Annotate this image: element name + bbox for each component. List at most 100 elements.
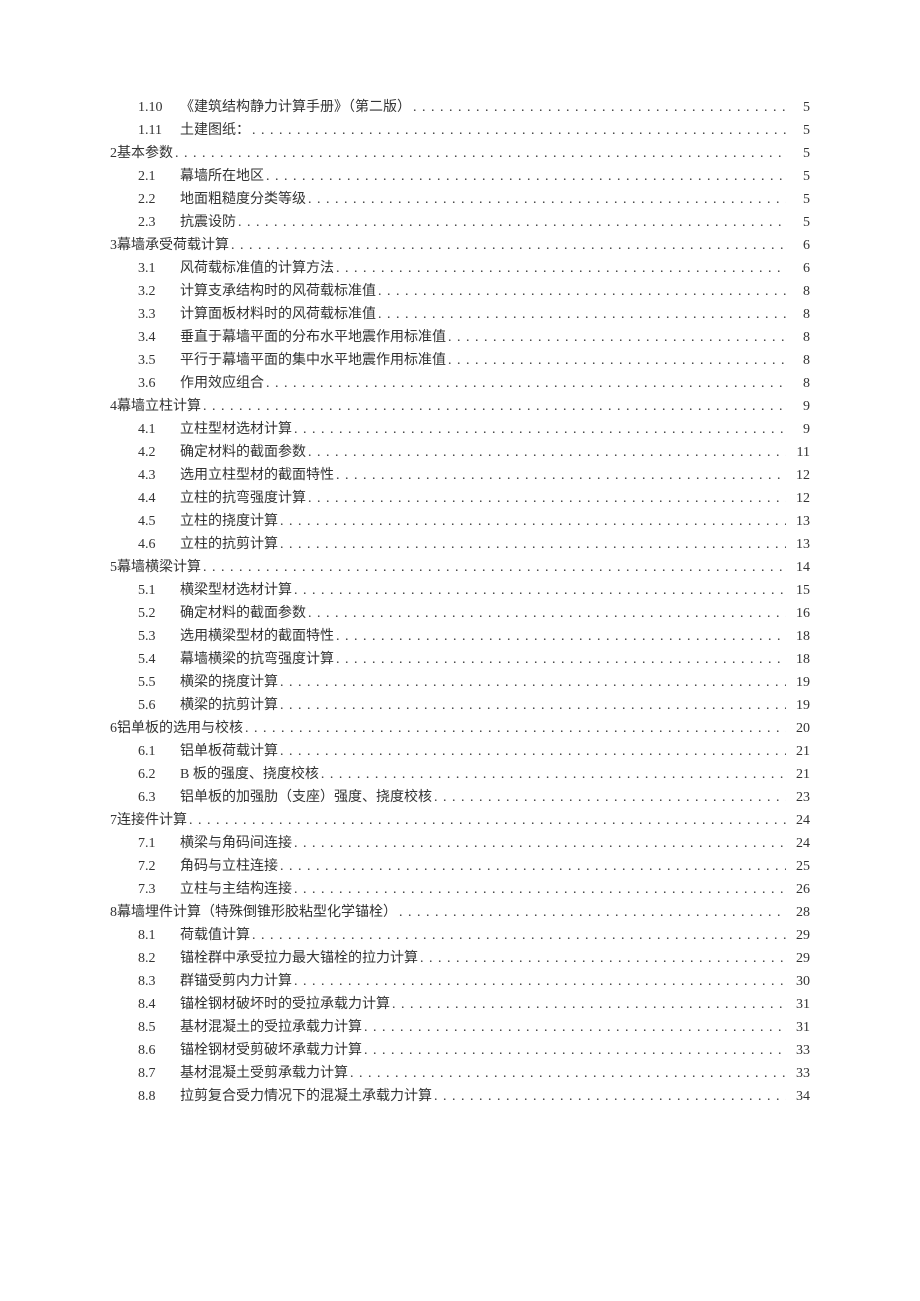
toc-entry: 4 幕墙立柱计算9: [110, 395, 810, 418]
toc-entry: 3.3计算面板材料时的风荷载标准值8: [110, 303, 810, 326]
toc-entry-title: 幕墙立柱计算: [117, 395, 203, 418]
toc-entry-number: 8.7: [138, 1062, 180, 1085]
toc-entry: 3.1风荷载标准值的计算方法6: [110, 257, 810, 280]
toc-entry-number: 6.2: [138, 763, 180, 786]
toc-entry-page: 31: [786, 993, 810, 1016]
toc-entry-page: 34: [786, 1085, 810, 1108]
toc-entry-number: 3.1: [138, 257, 180, 280]
toc-entry-number: 4.2: [138, 441, 180, 464]
toc-entry: 3.6作用效应组合8: [110, 372, 810, 395]
toc-entry-number: 5.4: [138, 648, 180, 671]
toc-entry-title: 选用立柱型材的截面特性: [180, 464, 336, 487]
toc-entry: 5.3选用横梁型材的截面特性18: [110, 625, 810, 648]
toc-entry-page: 13: [786, 510, 810, 533]
toc-entry: 3.2计算支承结构时的风荷载标准值8: [110, 280, 810, 303]
toc-leader-dots: [231, 234, 786, 257]
toc-entry-page: 8: [786, 280, 810, 303]
toc-entry-title: 基材混凝土受剪承载力计算: [180, 1062, 350, 1085]
toc-entry: 6.3铝单板的加强肋（支座）强度、挠度校核23: [110, 786, 810, 809]
toc-leader-dots: [420, 947, 786, 970]
toc-entry-title: 幕墙所在地区: [180, 165, 266, 188]
toc-entry: 5.2确定材料的截面参数16: [110, 602, 810, 625]
toc-entry-page: 6: [786, 234, 810, 257]
toc-entry-number: 6.1: [138, 740, 180, 763]
toc-leader-dots: [308, 602, 786, 625]
toc-entry-number: 8.4: [138, 993, 180, 1016]
toc-entry-title: 铝单板的选用与校核: [117, 717, 245, 740]
toc-entry-page: 18: [786, 625, 810, 648]
toc-entry: 8.6锚栓钢材受剪破坏承载力计算33: [110, 1039, 810, 1062]
toc-entry: 8.2锚栓群中承受拉力最大锚栓的拉力计算29: [110, 947, 810, 970]
toc-entry-number: 6.3: [138, 786, 180, 809]
toc-entry-number: 3.3: [138, 303, 180, 326]
toc-entry-number: 5.3: [138, 625, 180, 648]
toc-entry-number: 2.1: [138, 165, 180, 188]
toc-leader-dots: [252, 119, 786, 142]
toc-entry: 4.3选用立柱型材的截面特性12: [110, 464, 810, 487]
toc-entry-title: 锚栓钢材受剪破坏承载力计算: [180, 1039, 364, 1062]
toc-entry: 5.4幕墙横梁的抗弯强度计算18: [110, 648, 810, 671]
toc-entry: 5 幕墙横梁计算14: [110, 556, 810, 579]
toc-entry-title: 作用效应组合: [180, 372, 266, 395]
toc-entry-title: 《建筑结构静力计算手册》（第二版）: [180, 96, 413, 119]
toc-leader-dots: [413, 96, 786, 119]
toc-entry-title: 基本参数: [117, 142, 175, 165]
toc-leader-dots: [294, 878, 786, 901]
toc-entry-number: 3.2: [138, 280, 180, 303]
toc-entry-title: 铝单板荷载计算: [180, 740, 280, 763]
toc-entry: 3.5平行于幕墙平面的集中水平地震作用标准值8: [110, 349, 810, 372]
toc-entry-page: 12: [786, 464, 810, 487]
toc-entry-page: 8: [786, 326, 810, 349]
toc-leader-dots: [280, 855, 786, 878]
toc-leader-dots: [175, 142, 786, 165]
toc-leader-dots: [364, 1016, 786, 1039]
toc-entry-title: 锚栓钢材破坏时的受拉承载力计算: [180, 993, 392, 1016]
toc-leader-dots: [308, 441, 786, 464]
toc-entry-number: 8.6: [138, 1039, 180, 1062]
toc-entry-title: 立柱的抗剪计算: [180, 533, 280, 556]
toc-entry-title: 垂直于幕墙平面的分布水平地震作用标准值: [180, 326, 448, 349]
toc-entry: 3.4垂直于幕墙平面的分布水平地震作用标准值8: [110, 326, 810, 349]
toc-entry: 2 基本参数5: [110, 142, 810, 165]
toc-entry-title: 铝单板的加强肋（支座）强度、挠度校核: [180, 786, 434, 809]
toc-entry-title: 横梁型材选材计算: [180, 579, 294, 602]
toc-entry-page: 13: [786, 533, 810, 556]
toc-entry-page: 8: [786, 349, 810, 372]
toc-entry-page: 24: [786, 832, 810, 855]
toc-entry-page: 29: [786, 924, 810, 947]
toc-entry-number: 1.11: [138, 119, 180, 142]
toc-entry-title: 幕墙承受荷载计算: [117, 234, 231, 257]
toc-leader-dots: [336, 257, 786, 280]
toc-entry-title: 确定材料的截面参数: [180, 602, 308, 625]
toc-entry-title: 锚栓群中承受拉力最大锚栓的拉力计算: [180, 947, 420, 970]
toc-entry-title: 横梁与角码间连接: [180, 832, 294, 855]
toc-leader-dots: [266, 165, 786, 188]
toc-entry-number: 4.4: [138, 487, 180, 510]
toc-entry-number: 7.1: [138, 832, 180, 855]
toc-leader-dots: [252, 924, 786, 947]
toc-leader-dots: [321, 763, 786, 786]
toc-entry: 4.6立柱的抗剪计算13: [110, 533, 810, 556]
toc-entry-page: 9: [786, 418, 810, 441]
toc-entry-title: 角码与立柱连接: [180, 855, 280, 878]
toc-entry-page: 9: [786, 395, 810, 418]
toc-entry: 5.6横梁的抗剪计算19: [110, 694, 810, 717]
toc-entry-title: 立柱的抗弯强度计算: [180, 487, 308, 510]
toc-entry: 6.1铝单板荷载计算21: [110, 740, 810, 763]
toc-leader-dots: [350, 1062, 786, 1085]
toc-entry: 8.3群锚受剪内力计算30: [110, 970, 810, 993]
toc-entry-number: 2: [110, 142, 117, 165]
toc-entry-number: 5: [110, 556, 117, 579]
toc-leader-dots: [336, 464, 786, 487]
toc-entry-page: 5: [786, 119, 810, 142]
toc-entry-number: 8.2: [138, 947, 180, 970]
table-of-contents: 1.10《建筑结构静力计算手册》（第二版）51.11土建图纸：52 基本参数52…: [110, 96, 810, 1108]
toc-entry-title: 立柱型材选材计算: [180, 418, 294, 441]
toc-leader-dots: [280, 740, 786, 763]
toc-leader-dots: [378, 280, 786, 303]
toc-leader-dots: [189, 809, 786, 832]
toc-entry-number: 4.1: [138, 418, 180, 441]
toc-entry-page: 25: [786, 855, 810, 878]
toc-entry-title: 拉剪复合受力情况下的混凝土承载力计算: [180, 1085, 434, 1108]
toc-entry: 7.3立柱与主结构连接26: [110, 878, 810, 901]
